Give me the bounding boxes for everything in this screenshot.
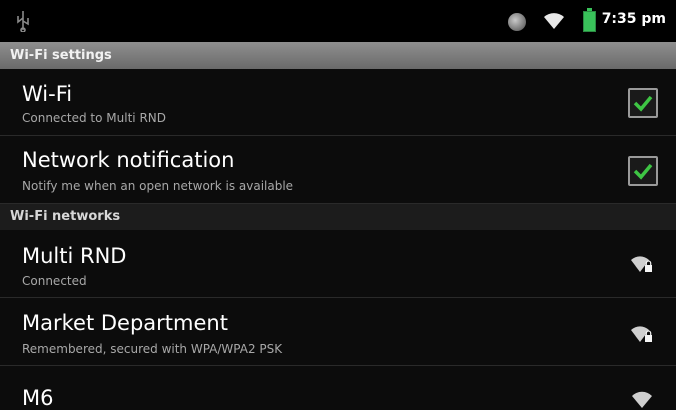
- wifi-icon: [632, 391, 652, 408]
- checkmark-icon: [633, 163, 653, 180]
- checkmark-icon: [633, 95, 653, 112]
- wifi-checkbox[interactable]: [628, 88, 658, 118]
- section-header-wifi-networks: Wi-Fi networks: [0, 204, 676, 230]
- clock: 7:35 pm: [601, 11, 666, 27]
- row-title: Wi-Fi: [22, 82, 73, 106]
- network-name: M6: [22, 386, 54, 410]
- network-item-market-department[interactable]: Market Department Remembered, secured wi…: [0, 298, 676, 366]
- network-name: Market Department: [22, 311, 228, 335]
- wifi-secured-icon: [631, 256, 652, 272]
- wifi-icon: [544, 13, 564, 29]
- row-subtitle: Connected to Multi RND: [22, 111, 166, 125]
- status-bar: 7:35 pm: [0, 0, 676, 42]
- usb-icon: [17, 11, 29, 32]
- network-notification-row[interactable]: Network notification Notify me when an o…: [0, 136, 676, 204]
- row-title: Network notification: [22, 148, 235, 172]
- network-item-multi-rnd[interactable]: Multi RND Connected: [0, 230, 676, 298]
- section-header-wifi-settings: Wi-Fi settings: [0, 42, 676, 69]
- network-status: Connected: [22, 274, 87, 288]
- network-name: Multi RND: [22, 244, 127, 268]
- row-subtitle: Notify me when an open network is availa…: [22, 179, 294, 193]
- wifi-toggle-row[interactable]: Wi-Fi Connected to Multi RND: [0, 69, 676, 136]
- network-status: Remembered, secured with WPA/WPA2 PSK: [22, 342, 283, 356]
- battery-icon: [583, 8, 596, 32]
- network-notification-checkbox[interactable]: [628, 156, 658, 186]
- globe-icon: [508, 13, 526, 31]
- network-item-m6[interactable]: M6: [0, 366, 676, 410]
- wifi-secured-icon: [631, 326, 652, 342]
